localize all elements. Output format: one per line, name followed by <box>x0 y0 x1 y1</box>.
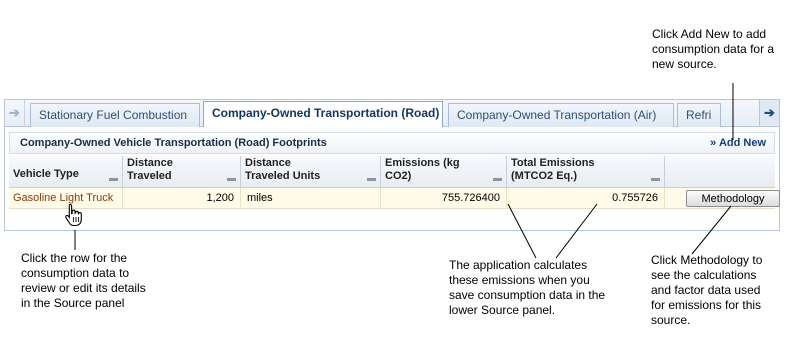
arrow-left-icon[interactable]: ➔ <box>5 100 25 126</box>
column-header-label: Traveled <box>127 170 172 182</box>
panel-header: Company-Owned Vehicle Transportation (Ro… <box>9 132 775 154</box>
column-header-distance-units[interactable]: Distance Traveled Units <box>241 156 381 187</box>
cell-emissions-kg[interactable]: 755.726400 <box>381 188 507 208</box>
callout-line: save consumption data in the <box>449 288 606 302</box>
sort-icon <box>109 178 118 181</box>
callout-line: Click the row for the <box>21 251 128 265</box>
sort-icon <box>651 178 660 181</box>
column-header-distance-traveled[interactable]: Distance Traveled <box>123 156 241 187</box>
callout-line: The application calculates <box>449 258 588 272</box>
column-header-label: Vehicle Type <box>13 168 79 180</box>
column-header-label: Emissions (kg <box>385 157 460 169</box>
tab-stationary-fuel-combustion[interactable]: Stationary Fuel Combustion <box>30 103 200 127</box>
hand-pointer-icon <box>65 203 82 227</box>
column-header-label: Traveled Units <box>245 170 321 182</box>
tab-company-owned-transportation-road[interactable]: Company-Owned Transportation (Road) <box>203 101 443 127</box>
table-row[interactable]: Gasoline Light Truck 1,200 miles 755.726… <box>9 188 780 209</box>
column-header-label: Distance <box>245 157 291 169</box>
column-header-label: CO2) <box>385 170 412 182</box>
callout-line: for emissions for this <box>651 298 762 312</box>
callout-line: in the Source panel <box>21 296 125 310</box>
methodology-button[interactable]: Methodology <box>686 190 780 207</box>
sort-icon <box>227 178 236 181</box>
callout-row: Click the row for the consumption data t… <box>21 251 146 311</box>
cell-distance-traveled[interactable]: 1,200 <box>123 188 241 208</box>
tab-refrigeration[interactable]: Refri <box>677 103 721 127</box>
sort-icon <box>493 178 502 181</box>
column-header-label: (MTCO2 Eq.) <box>511 170 577 182</box>
callout-emissions: The application calculates these emissio… <box>449 258 605 318</box>
column-header-vehicle-type[interactable]: Vehicle Type <box>9 156 123 187</box>
column-header-emissions-kg[interactable]: Emissions (kg CO2) <box>381 156 507 187</box>
footprints-panel: Company-Owned Vehicle Transportation (Ro… <box>4 127 780 231</box>
callout-line: these emissions when you <box>449 273 590 287</box>
column-header-label: Distance <box>127 157 173 169</box>
add-new-link[interactable]: » Add New <box>710 137 766 149</box>
callout-line: Click Methodology to <box>651 253 763 267</box>
callout-line: new source. <box>652 57 717 71</box>
callout-line: source. <box>651 313 691 327</box>
column-header-label: Total Emissions <box>511 157 595 169</box>
callout-line: Click Add New to add <box>652 27 767 41</box>
callout-line: review or edit its details <box>21 281 146 295</box>
callout-add-new: Click Add New to add consumption data fo… <box>652 27 774 72</box>
callout-line: consumption data for a <box>652 42 775 56</box>
tab-strip: ➔ Stationary Fuel Combustion Company-Own… <box>4 99 780 127</box>
arrow-right-icon[interactable]: ➔ <box>759 100 779 126</box>
sort-icon <box>367 178 376 181</box>
grid-header: Vehicle Type Distance Traveled Distance … <box>9 156 775 188</box>
cell-total-emissions[interactable]: 0.755726 <box>507 188 665 208</box>
cell-distance-units[interactable]: miles <box>241 188 381 208</box>
callout-line: lower Source panel. <box>449 303 556 317</box>
tab-company-owned-transportation-air[interactable]: Company-Owned Transportation (Air) <box>448 103 674 127</box>
callout-line: consumption data to <box>21 266 130 280</box>
callout-methodology: Click Methodology to see the calculation… <box>651 253 762 328</box>
callout-line: and factor data used <box>651 283 761 297</box>
callout-line: see the calculations <box>651 268 757 282</box>
column-header-total-emissions[interactable]: Total Emissions (MTCO2 Eq.) <box>507 156 665 187</box>
panel-title: Company-Owned Vehicle Transportation (Ro… <box>20 137 327 149</box>
